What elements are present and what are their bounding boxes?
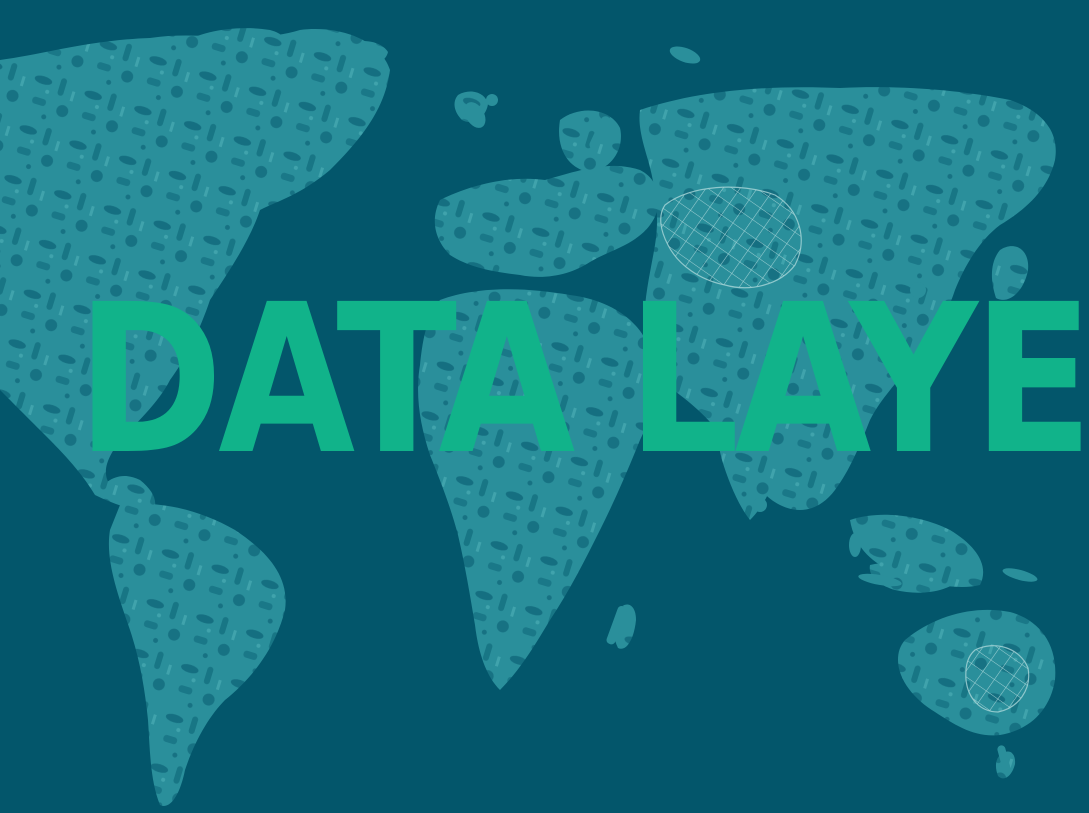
- page-title: DATA LAYER: [76, 260, 1089, 500]
- continent-south-america: [108, 503, 286, 806]
- continent-scandinavia: [559, 110, 621, 172]
- poster: DATA LAYER: [0, 0, 1089, 813]
